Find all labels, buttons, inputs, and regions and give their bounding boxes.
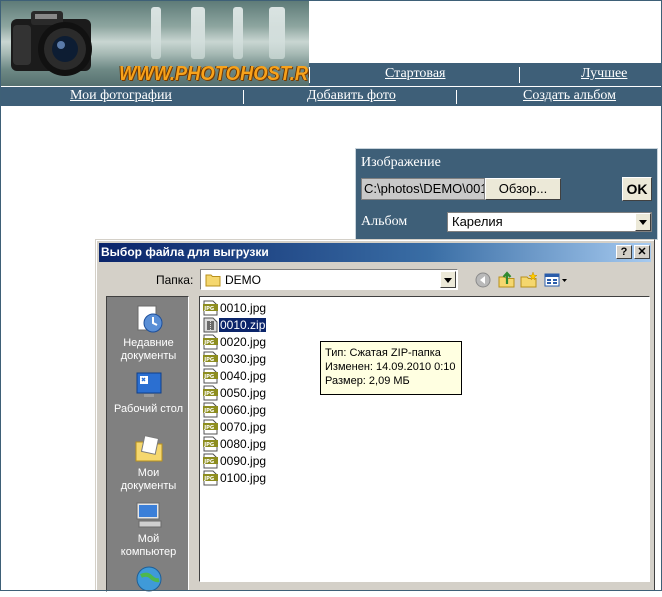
dialog-titlebar[interactable]: Выбор файла для выгрузки ? ✕: [99, 243, 651, 262]
ok-button[interactable]: OK: [622, 177, 652, 201]
place-label: документы: [120, 350, 177, 362]
nav-separator: [456, 90, 457, 104]
place-label: Недавние: [123, 337, 174, 349]
zip-file-icon: [203, 317, 218, 333]
file-name: 0010.zip: [219, 318, 267, 332]
folder-select-value: DEMO: [225, 273, 261, 287]
up-folder-icon[interactable]: [497, 270, 517, 290]
jpg-file-icon: JPG: [203, 334, 218, 350]
file-name: 0100.jpg: [220, 471, 267, 485]
svg-text:JPG: JPG: [203, 459, 214, 465]
chevron-down-icon[interactable]: [635, 213, 651, 231]
jpg-file-icon: JPG: [203, 470, 218, 486]
tooltip-size: Размер: 2,09 МБ: [325, 375, 410, 387]
recent-documents-icon: [137, 305, 162, 333]
nav-link-start[interactable]: Стартовая: [385, 66, 445, 82]
network-icon: [136, 566, 161, 592]
nav-link-my-photos[interactable]: Мои фотографии: [70, 88, 172, 104]
jpg-file-icon: JPG: [203, 419, 218, 435]
jpg-file-icon: JPG: [203, 351, 218, 367]
nav-separator: [243, 90, 244, 104]
nav-link-create-album[interactable]: Создать альбом: [523, 88, 616, 104]
svg-text:JPG: JPG: [203, 374, 214, 380]
file-name: 0060.jpg: [220, 403, 267, 417]
jpg-file-icon: JPG: [203, 436, 218, 452]
my-documents-icon: [135, 435, 162, 462]
file-open-dialog: Выбор файла для выгрузки ? ✕ Папка: DEMO: [95, 239, 655, 592]
close-button[interactable]: ✕: [634, 245, 650, 259]
waterfall-decoration: [233, 7, 243, 59]
place-label: Рабочий стол: [113, 403, 184, 415]
file-name: 0070.jpg: [220, 420, 267, 434]
svg-text:JPG: JPG: [203, 340, 214, 346]
waterfall-decoration: [151, 7, 161, 59]
album-select-value: Карелия: [452, 214, 503, 229]
place-label: компьютер: [120, 546, 177, 558]
place-label: Мои: [137, 467, 160, 479]
upload-form: Изображение C:\photos\DEMO\0010.zip Обзо…: [355, 148, 658, 240]
jpg-file-icon: JPG: [203, 453, 218, 469]
place-my-computer[interactable]: Мой компьютер: [107, 499, 190, 559]
waterfall-decoration: [269, 7, 285, 59]
place-label: документы: [120, 480, 177, 492]
file-name: 0090.jpg: [220, 454, 267, 468]
jpg-file-icon: JPG: [203, 300, 218, 316]
place-label: Мой: [137, 533, 160, 545]
folder-label: Папка:: [156, 273, 194, 287]
nav-separator: [519, 67, 520, 83]
tooltip-type: Тип: Сжатая ZIP-папка: [325, 347, 441, 359]
browse-button[interactable]: Обзор...: [485, 178, 561, 200]
camera-icon: [11, 11, 92, 76]
jpg-file-icon: JPG: [203, 385, 218, 401]
file-name: 0040.jpg: [220, 369, 267, 383]
new-folder-icon[interactable]: [519, 270, 539, 290]
place-recent-documents[interactable]: Недавние документы: [107, 303, 190, 363]
top-navigation: Стартовая Лучшее: [309, 63, 661, 86]
svg-text:JPG: JPG: [203, 306, 214, 312]
jpg-file-icon: JPG: [203, 402, 218, 418]
folder-select[interactable]: DEMO: [200, 269, 458, 290]
nav-link-best[interactable]: Лучшее: [581, 66, 627, 82]
file-path-input[interactable]: C:\photos\DEMO\0010.zip: [361, 178, 485, 200]
site-logo[interactable]: WWW.PHOTOHOST.RU: [119, 63, 309, 86]
svg-text:JPG: JPG: [203, 357, 214, 363]
nav-separator: [309, 67, 310, 83]
svg-text:JPG: JPG: [203, 442, 214, 448]
view-menu-icon[interactable]: [543, 270, 569, 290]
file-list[interactable]: JPG 0010.jpg 0010.zip JPG 0020.jpg JPG 0030.jp…: [199, 296, 650, 582]
file-name: 0030.jpg: [220, 352, 267, 366]
file-name: 0050.jpg: [220, 386, 267, 400]
chevron-down-icon[interactable]: [440, 271, 456, 288]
folder-icon: [205, 274, 221, 287]
svg-text:JPG: JPG: [203, 391, 214, 397]
desktop-icon: [136, 372, 161, 397]
image-label: Изображение: [361, 155, 441, 170]
album-select[interactable]: Карелия: [447, 212, 652, 232]
file-info-tooltip: Тип: Сжатая ZIP-папка Изменен: 14.09.201…: [320, 341, 462, 395]
secondary-navigation: Мои фотографии Добавить фото Создать аль…: [1, 86, 661, 106]
help-button[interactable]: ?: [616, 245, 632, 259]
file-name: 0020.jpg: [220, 335, 267, 349]
file-name: 0080.jpg: [220, 437, 267, 451]
places-bar: Недавние документы Рабочий стол Мои доку…: [106, 296, 189, 592]
album-label: Альбом: [361, 214, 408, 229]
back-icon[interactable]: [473, 270, 493, 290]
svg-text:JPG: JPG: [203, 408, 214, 414]
nav-link-add-photo[interactable]: Добавить фото: [307, 88, 396, 104]
dialog-title: Выбор файла для выгрузки: [101, 245, 269, 259]
jpg-file-icon: JPG: [203, 368, 218, 384]
place-network[interactable]: [107, 563, 190, 597]
file-name: 0010.jpg: [220, 301, 267, 315]
place-my-documents[interactable]: Мои документы: [107, 433, 190, 493]
place-desktop[interactable]: Рабочий стол: [107, 369, 190, 416]
tooltip-modified: Изменен: 14.09.2010 0:10: [325, 361, 456, 373]
site-banner: WWW.PHOTOHOST.RU: [1, 1, 309, 86]
svg-text:JPG: JPG: [203, 425, 214, 431]
svg-text:JPG: JPG: [203, 476, 214, 482]
my-computer-icon: [136, 502, 161, 528]
waterfall-decoration: [191, 7, 205, 59]
